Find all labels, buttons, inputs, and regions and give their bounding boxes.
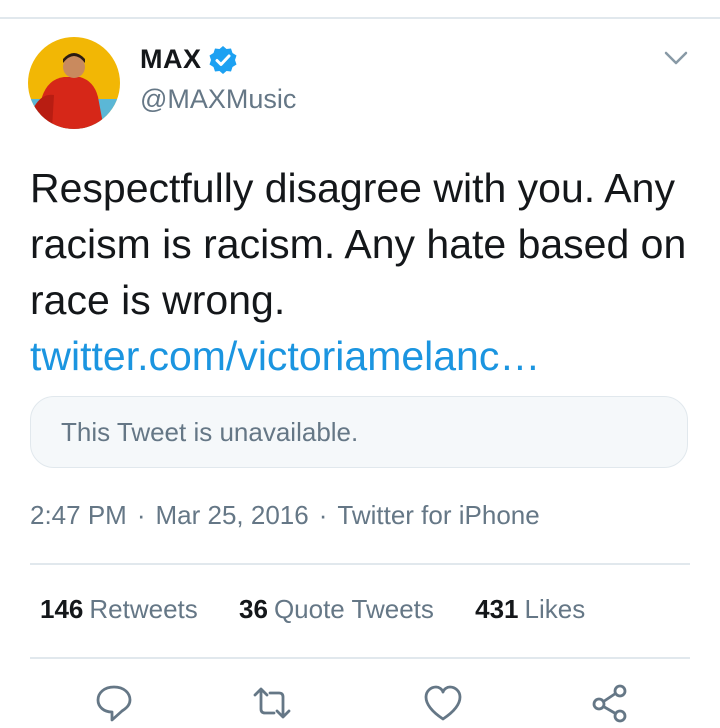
retweets-stat[interactable]: 146 Retweets [40,594,198,625]
quotes-label: Quote Tweets [273,594,434,624]
divider [30,657,690,659]
quotes-count: 36 [239,594,268,624]
tweet-body: Respectfully disagree with you. Any raci… [30,165,687,323]
likes-stat[interactable]: 431 Likes [475,594,585,625]
tweet-date: Mar 25, 2016 [155,500,309,530]
retweet-icon[interactable] [252,683,292,723]
meta-separator: · [136,500,146,530]
tweet-time: 2:47 PM [30,500,127,530]
divider [30,563,690,565]
verified-badge-icon [208,45,238,75]
top-divider [0,17,720,19]
user-handle[interactable]: @MAXMusic [140,84,296,115]
likes-label: Likes [524,594,586,624]
tweet-source[interactable]: Twitter for iPhone [337,500,539,530]
like-icon[interactable] [423,683,463,723]
meta-separator: · [318,500,328,530]
quoted-unavailable-text: This Tweet is unavailable. [61,417,359,447]
retweets-count: 146 [40,594,84,624]
quoted-tweet-card[interactable]: This Tweet is unavailable. [30,396,688,468]
tweet-meta: 2:47 PM · Mar 25, 2016 · Twitter for iPhone [30,500,540,531]
action-bar [0,683,720,723]
retweets-label: Retweets [89,594,198,624]
tweet-link[interactable]: twitter.com/victoriamelanc… [30,328,700,384]
quote-tweets-stat[interactable]: 36 Quote Tweets [239,594,434,625]
display-name-row[interactable]: MAX [140,44,238,75]
likes-count: 431 [475,594,519,624]
display-name[interactable]: MAX [140,44,202,75]
share-icon[interactable] [590,683,630,723]
tweet-text: Respectfully disagree with you. Any raci… [30,160,700,384]
reply-icon[interactable] [94,683,134,723]
avatar[interactable] [28,37,120,129]
chevron-down-icon[interactable] [662,48,690,68]
tweet-stats: 146 Retweets 36 Quote Tweets 431 Likes [40,594,619,625]
